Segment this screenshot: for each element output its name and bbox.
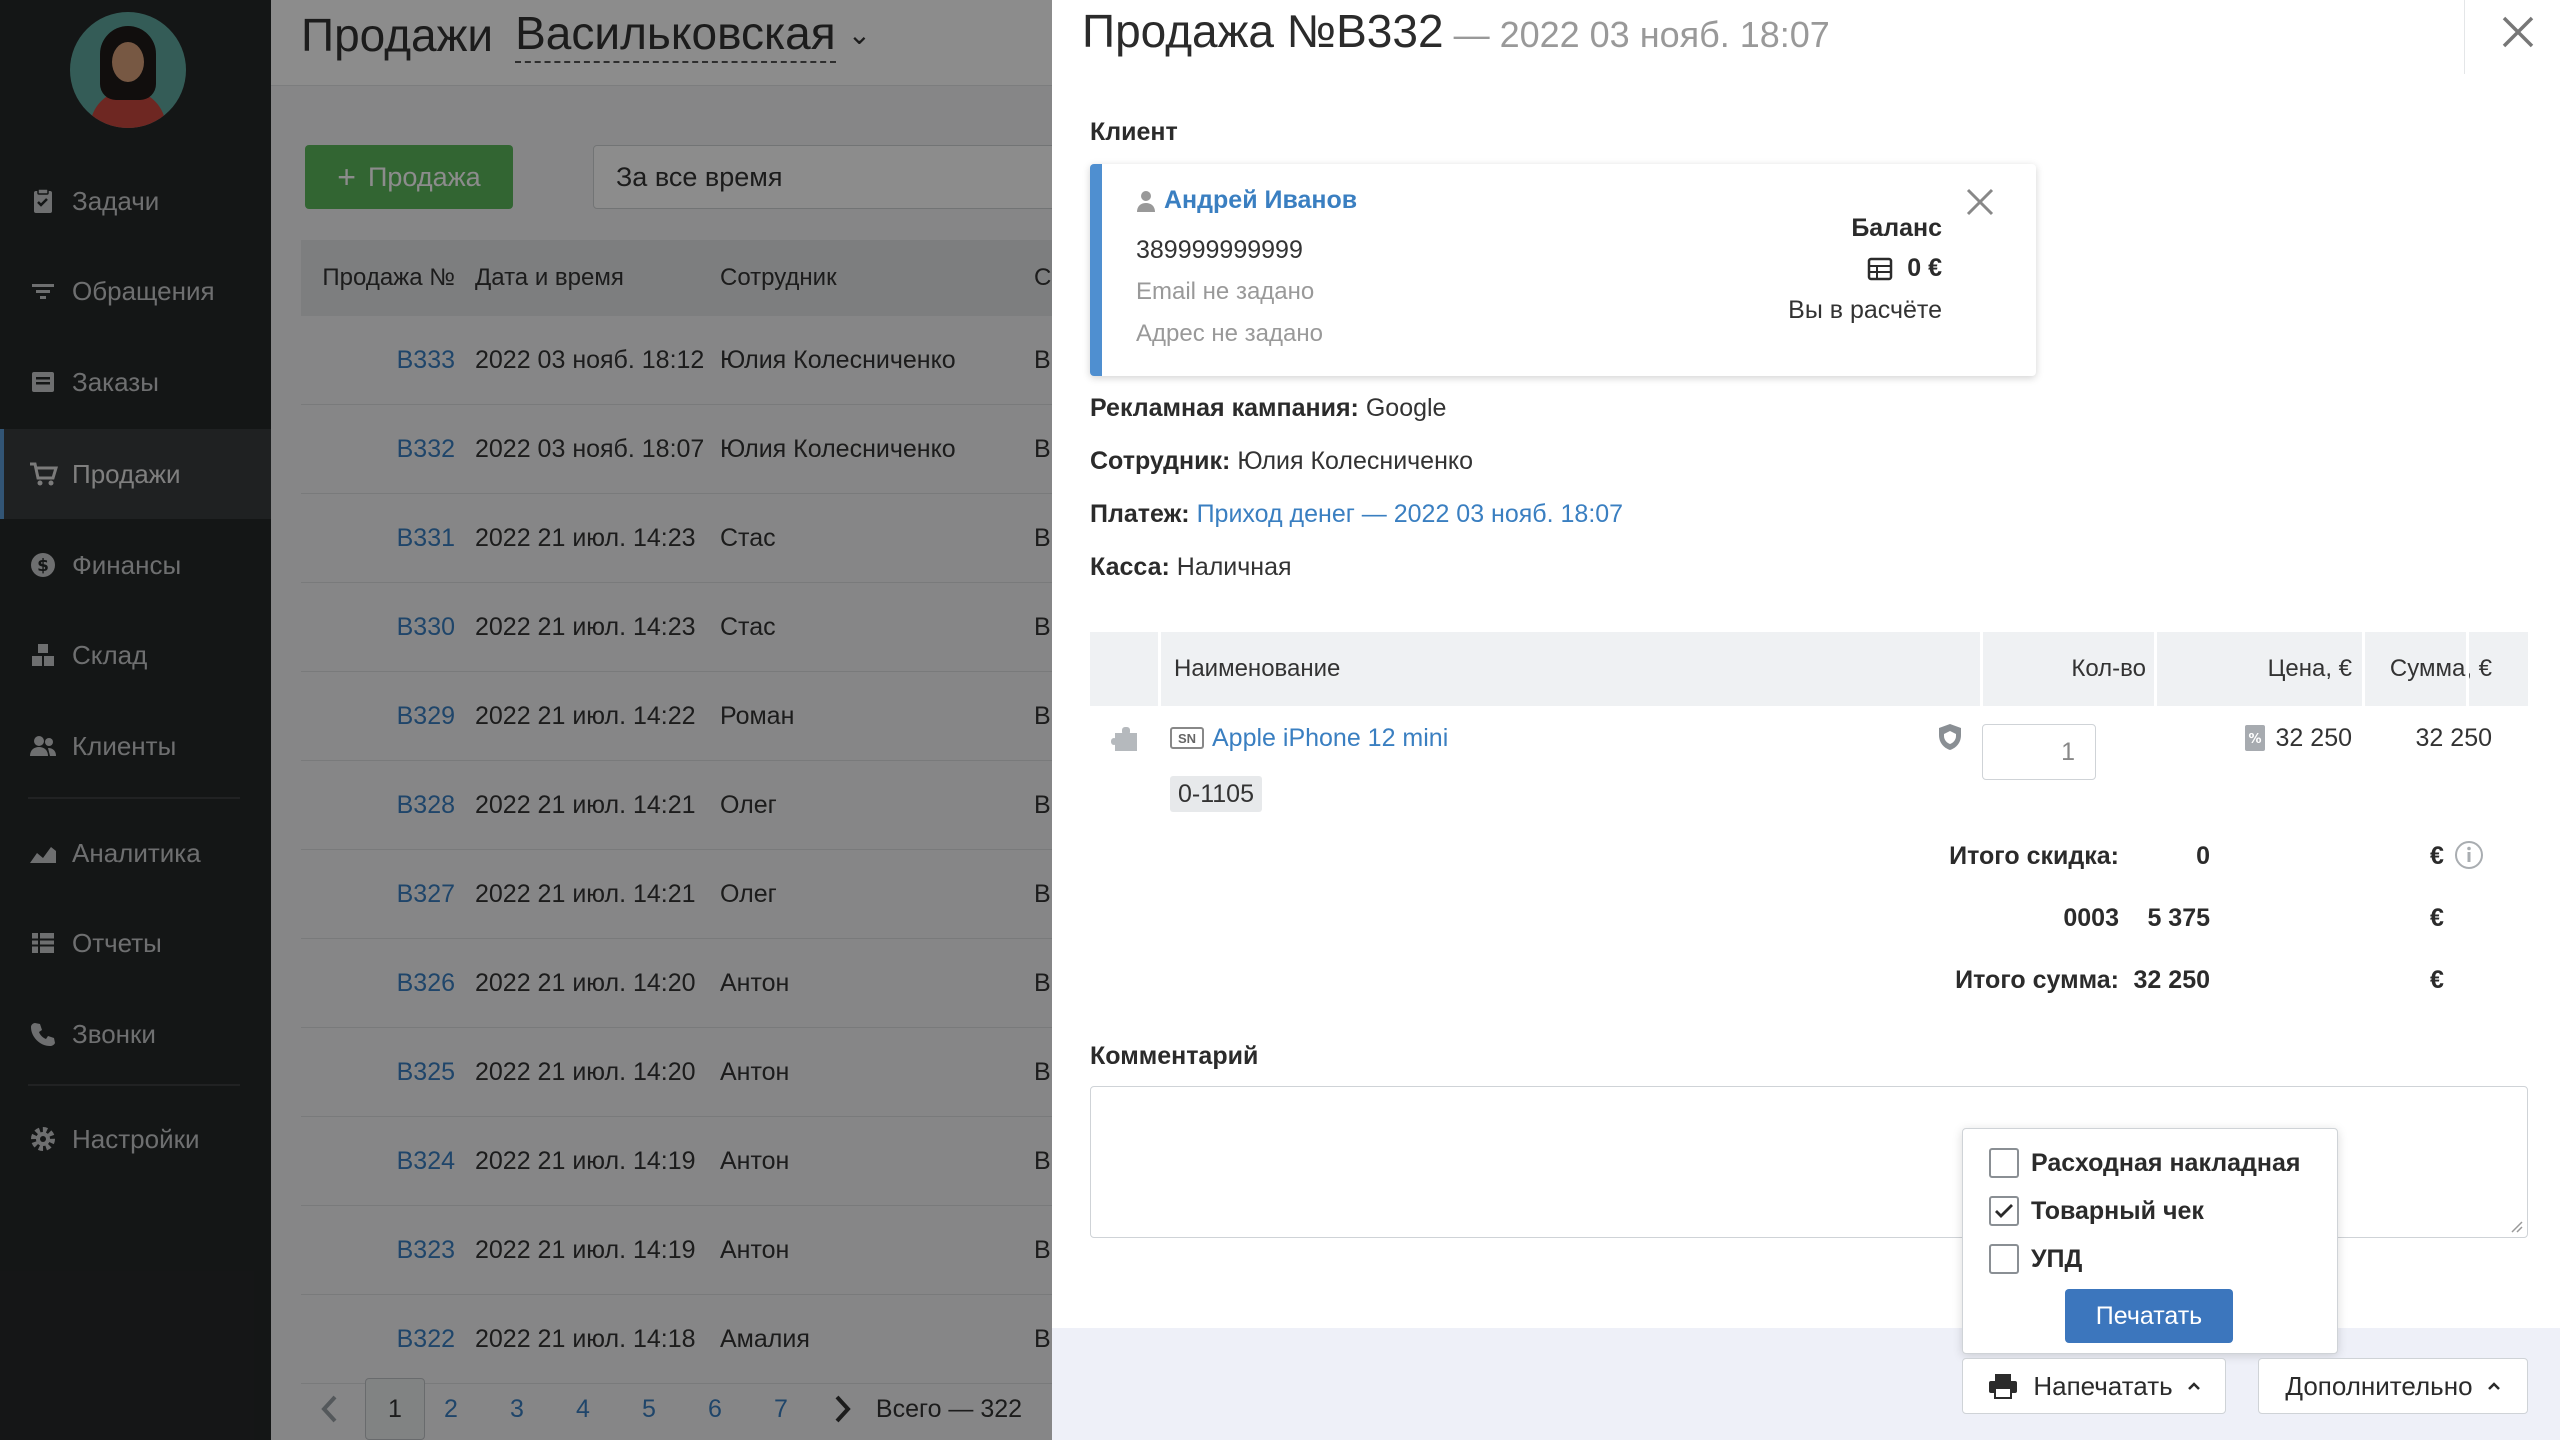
chevron-up-icon — [2187, 1381, 2201, 1391]
discount-total-label: Итого скидка: — [1949, 842, 2119, 870]
puzzle-icon[interactable] — [1110, 724, 1142, 763]
client-section-label: Клиент — [1090, 118, 1178, 146]
serial-number-badge: SN — [1170, 727, 1204, 749]
sale-date: — 2022 03 нояб. 18:07 — [1453, 14, 1830, 55]
modal-title: Продажа №B332 — 2022 03 нояб. 18:07 — [1082, 5, 1830, 57]
currency-label: € — [2430, 904, 2444, 932]
serial-number-tag: 0-1105 — [1170, 776, 1262, 812]
print-menu-button[interactable]: Напечатать — [1962, 1358, 2226, 1414]
item-row: SN Apple iPhone 12 mini 0-1105 1 % 32 25… — [1090, 706, 2528, 816]
items-table-header: Наименование Кол-во Цена, € Сумма, € — [1090, 632, 2528, 706]
checkbox-checked[interactable] — [1989, 1196, 2019, 1226]
item-name-link[interactable]: Apple iPhone 12 mini — [1212, 724, 1448, 753]
column-header: Наименование — [1174, 655, 1341, 682]
modal-backdrop[interactable] — [0, 0, 1052, 1440]
resize-handle-icon[interactable] — [2509, 1219, 2523, 1233]
print-option-upd[interactable]: УПД — [1989, 1241, 2082, 1277]
more-menu-button[interactable]: Дополнительно — [2258, 1358, 2528, 1414]
currency-label: € — [2430, 966, 2444, 994]
client-card: Андрей Иванов 389999999999 Email не зада… — [1090, 164, 2036, 376]
warranty-shield-icon[interactable] — [1936, 722, 1964, 759]
payment-link[interactable]: Приход денег — 2022 03 нояб. 18:07 — [1197, 500, 1624, 528]
sale-details-panel: Продажа №B332 — 2022 03 нояб. 18:07 Клие… — [1052, 0, 2560, 1440]
print-option-invoice[interactable]: Расходная накладная — [1989, 1145, 2301, 1181]
print-button[interactable]: Печатать — [2065, 1289, 2233, 1343]
cashbox-info: Касса: Наличная — [1090, 553, 1292, 581]
print-options-dropdown: Расходная накладная Товарный чек УПД Печ… — [1962, 1128, 2338, 1354]
comment-label: Комментарий — [1090, 1042, 1259, 1070]
svg-text:%: % — [2248, 732, 2261, 747]
code-total-value: 5 375 — [2147, 904, 2210, 932]
checkbox[interactable] — [1989, 1148, 2019, 1178]
code-total-label: 0003 — [2063, 904, 2119, 932]
column-header: Кол-во — [2071, 655, 2146, 682]
print-option-receipt[interactable]: Товарный чек — [1989, 1193, 2204, 1229]
client-address: Адрес не задано — [1136, 320, 1323, 347]
chevron-up-icon — [2487, 1381, 2501, 1391]
balance-value: 0 € — [1867, 254, 1942, 283]
column-header: Сумма, € — [2389, 655, 2492, 682]
discount-total-value: 0 — [2196, 842, 2210, 870]
currency-label: € — [2430, 842, 2444, 870]
balance-status: Вы в расчёте — [1788, 296, 1942, 324]
close-icon[interactable] — [2496, 10, 2540, 54]
cash-register-icon — [1867, 257, 1893, 281]
client-email: Email не задано — [1136, 278, 1315, 305]
printer-icon — [1987, 1372, 2019, 1400]
price-cell: % 32 250 — [2154, 722, 2352, 754]
info-icon[interactable] — [2454, 840, 2484, 875]
user-icon — [1136, 190, 1156, 212]
column-header: Цена, € — [2267, 655, 2352, 682]
campaign-info: Рекламная кампания: Google — [1090, 394, 1447, 422]
sum-cell: 32 250 — [2415, 724, 2492, 752]
item-name-cell: SN Apple iPhone 12 mini — [1170, 722, 1448, 754]
employee-info: Сотрудник: Юлия Колесниченко — [1090, 447, 1474, 475]
checkbox[interactable] — [1989, 1244, 2019, 1274]
client-phone: 389999999999 — [1136, 236, 1303, 264]
remove-client-icon[interactable] — [1964, 186, 1996, 218]
sum-total-value: 32 250 — [2133, 966, 2210, 994]
payment-info: Платеж: Приход денег — 2022 03 нояб. 18:… — [1090, 500, 1624, 528]
divider — [2464, 0, 2465, 74]
client-name-link[interactable]: Андрей Иванов — [1136, 186, 1357, 215]
sum-total-label: Итого сумма: — [1955, 966, 2119, 994]
quantity-input[interactable]: 1 — [1982, 724, 2096, 780]
discount-percent-icon[interactable]: % — [2244, 724, 2266, 752]
balance-label: Баланс — [1851, 214, 1942, 242]
